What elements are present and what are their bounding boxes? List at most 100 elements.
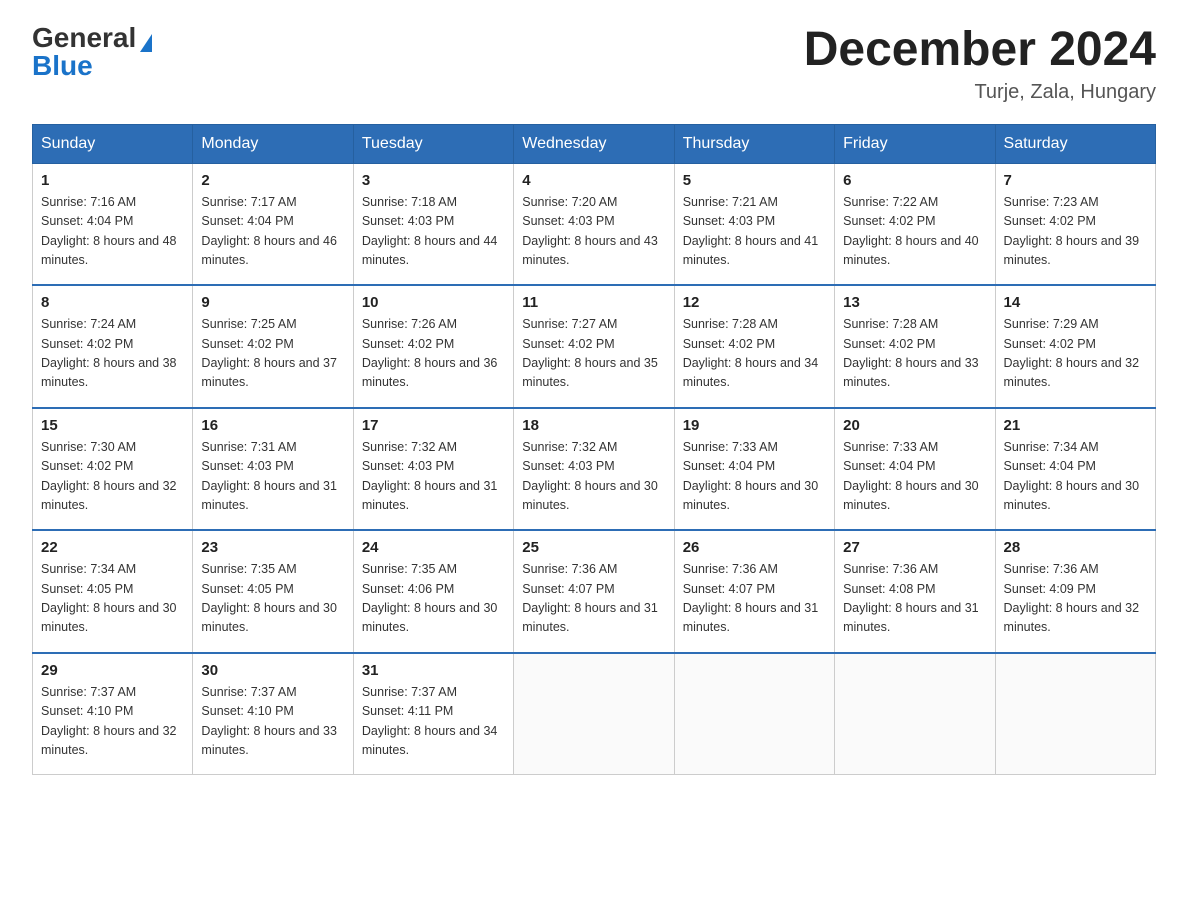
daylight-label: Daylight: 8 hours and 32 minutes. <box>41 479 177 512</box>
sunset-label: Sunset: 4:08 PM <box>843 582 935 596</box>
sunset-label: Sunset: 4:02 PM <box>683 337 775 351</box>
day-number: 23 <box>201 539 344 556</box>
page-header: General Blue December 2024 Turje, Zala, … <box>32 24 1156 104</box>
day-number: 14 <box>1004 294 1147 311</box>
day-info: Sunrise: 7:20 AM Sunset: 4:03 PM Dayligh… <box>522 193 665 271</box>
day-info: Sunrise: 7:35 AM Sunset: 4:06 PM Dayligh… <box>362 560 505 638</box>
daylight-label: Daylight: 8 hours and 31 minutes. <box>843 601 979 634</box>
day-number: 13 <box>843 294 986 311</box>
sunset-label: Sunset: 4:03 PM <box>362 459 454 473</box>
sunrise-label: Sunrise: 7:16 AM <box>41 195 136 209</box>
daylight-label: Daylight: 8 hours and 43 minutes. <box>522 234 658 267</box>
day-number: 9 <box>201 294 344 311</box>
day-number: 22 <box>41 539 184 556</box>
day-number: 24 <box>362 539 505 556</box>
sunrise-label: Sunrise: 7:34 AM <box>41 562 136 576</box>
day-number: 10 <box>362 294 505 311</box>
calendar-table: Sunday Monday Tuesday Wednesday Thursday… <box>32 124 1156 776</box>
day-info: Sunrise: 7:34 AM Sunset: 4:05 PM Dayligh… <box>41 560 184 638</box>
col-thursday: Thursday <box>674 124 834 163</box>
sunset-label: Sunset: 4:02 PM <box>362 337 454 351</box>
day-info: Sunrise: 7:22 AM Sunset: 4:02 PM Dayligh… <box>843 193 986 271</box>
day-info: Sunrise: 7:36 AM Sunset: 4:08 PM Dayligh… <box>843 560 986 638</box>
sunrise-label: Sunrise: 7:26 AM <box>362 317 457 331</box>
day-number: 31 <box>362 662 505 679</box>
day-number: 18 <box>522 417 665 434</box>
day-info: Sunrise: 7:36 AM Sunset: 4:07 PM Dayligh… <box>522 560 665 638</box>
day-info: Sunrise: 7:28 AM Sunset: 4:02 PM Dayligh… <box>843 315 986 393</box>
calendar-week-row: 8 Sunrise: 7:24 AM Sunset: 4:02 PM Dayli… <box>33 285 1156 408</box>
day-info: Sunrise: 7:32 AM Sunset: 4:03 PM Dayligh… <box>362 438 505 516</box>
sunrise-label: Sunrise: 7:30 AM <box>41 440 136 454</box>
logo-general: General <box>32 22 136 53</box>
table-row: 3 Sunrise: 7:18 AM Sunset: 4:03 PM Dayli… <box>353 163 513 285</box>
sunrise-label: Sunrise: 7:36 AM <box>522 562 617 576</box>
day-info: Sunrise: 7:28 AM Sunset: 4:02 PM Dayligh… <box>683 315 826 393</box>
daylight-label: Daylight: 8 hours and 34 minutes. <box>683 356 819 389</box>
day-number: 8 <box>41 294 184 311</box>
location: Turje, Zala, Hungary <box>804 81 1156 104</box>
table-row: 13 Sunrise: 7:28 AM Sunset: 4:02 PM Dayl… <box>835 285 995 408</box>
day-number: 11 <box>522 294 665 311</box>
table-row: 6 Sunrise: 7:22 AM Sunset: 4:02 PM Dayli… <box>835 163 995 285</box>
sunset-label: Sunset: 4:03 PM <box>201 459 293 473</box>
day-info: Sunrise: 7:16 AM Sunset: 4:04 PM Dayligh… <box>41 193 184 271</box>
day-number: 1 <box>41 172 184 189</box>
table-row <box>995 653 1155 775</box>
col-monday: Monday <box>193 124 353 163</box>
day-number: 29 <box>41 662 184 679</box>
day-info: Sunrise: 7:30 AM Sunset: 4:02 PM Dayligh… <box>41 438 184 516</box>
sunrise-label: Sunrise: 7:27 AM <box>522 317 617 331</box>
table-row: 29 Sunrise: 7:37 AM Sunset: 4:10 PM Dayl… <box>33 653 193 775</box>
table-row: 31 Sunrise: 7:37 AM Sunset: 4:11 PM Dayl… <box>353 653 513 775</box>
sunset-label: Sunset: 4:11 PM <box>362 704 454 718</box>
daylight-label: Daylight: 8 hours and 31 minutes. <box>522 601 658 634</box>
day-info: Sunrise: 7:17 AM Sunset: 4:04 PM Dayligh… <box>201 193 344 271</box>
sunrise-label: Sunrise: 7:25 AM <box>201 317 296 331</box>
day-number: 2 <box>201 172 344 189</box>
day-info: Sunrise: 7:31 AM Sunset: 4:03 PM Dayligh… <box>201 438 344 516</box>
table-row: 9 Sunrise: 7:25 AM Sunset: 4:02 PM Dayli… <box>193 285 353 408</box>
sunrise-label: Sunrise: 7:37 AM <box>41 685 136 699</box>
table-row: 23 Sunrise: 7:35 AM Sunset: 4:05 PM Dayl… <box>193 530 353 653</box>
table-row: 27 Sunrise: 7:36 AM Sunset: 4:08 PM Dayl… <box>835 530 995 653</box>
day-info: Sunrise: 7:35 AM Sunset: 4:05 PM Dayligh… <box>201 560 344 638</box>
day-number: 15 <box>41 417 184 434</box>
sunset-label: Sunset: 4:06 PM <box>362 582 454 596</box>
sunrise-label: Sunrise: 7:36 AM <box>683 562 778 576</box>
sunrise-label: Sunrise: 7:29 AM <box>1004 317 1099 331</box>
sunset-label: Sunset: 4:04 PM <box>201 214 293 228</box>
day-info: Sunrise: 7:34 AM Sunset: 4:04 PM Dayligh… <box>1004 438 1147 516</box>
sunset-label: Sunset: 4:02 PM <box>1004 337 1096 351</box>
day-info: Sunrise: 7:33 AM Sunset: 4:04 PM Dayligh… <box>843 438 986 516</box>
day-info: Sunrise: 7:32 AM Sunset: 4:03 PM Dayligh… <box>522 438 665 516</box>
table-row: 7 Sunrise: 7:23 AM Sunset: 4:02 PM Dayli… <box>995 163 1155 285</box>
sunset-label: Sunset: 4:09 PM <box>1004 582 1096 596</box>
sunset-label: Sunset: 4:07 PM <box>683 582 775 596</box>
table-row: 20 Sunrise: 7:33 AM Sunset: 4:04 PM Dayl… <box>835 408 995 531</box>
sunrise-label: Sunrise: 7:21 AM <box>683 195 778 209</box>
table-row: 28 Sunrise: 7:36 AM Sunset: 4:09 PM Dayl… <box>995 530 1155 653</box>
sunrise-label: Sunrise: 7:31 AM <box>201 440 296 454</box>
logo-triangle-icon <box>140 34 152 52</box>
day-number: 5 <box>683 172 826 189</box>
sunset-label: Sunset: 4:04 PM <box>843 459 935 473</box>
daylight-label: Daylight: 8 hours and 30 minutes. <box>41 601 177 634</box>
sunrise-label: Sunrise: 7:36 AM <box>1004 562 1099 576</box>
sunrise-label: Sunrise: 7:35 AM <box>362 562 457 576</box>
sunrise-label: Sunrise: 7:37 AM <box>362 685 457 699</box>
table-row: 19 Sunrise: 7:33 AM Sunset: 4:04 PM Dayl… <box>674 408 834 531</box>
daylight-label: Daylight: 8 hours and 40 minutes. <box>843 234 979 267</box>
daylight-label: Daylight: 8 hours and 30 minutes. <box>843 479 979 512</box>
day-number: 16 <box>201 417 344 434</box>
table-row: 10 Sunrise: 7:26 AM Sunset: 4:02 PM Dayl… <box>353 285 513 408</box>
table-row: 5 Sunrise: 7:21 AM Sunset: 4:03 PM Dayli… <box>674 163 834 285</box>
day-number: 17 <box>362 417 505 434</box>
day-number: 21 <box>1004 417 1147 434</box>
day-number: 4 <box>522 172 665 189</box>
col-wednesday: Wednesday <box>514 124 674 163</box>
sunset-label: Sunset: 4:10 PM <box>201 704 293 718</box>
day-number: 3 <box>362 172 505 189</box>
day-info: Sunrise: 7:33 AM Sunset: 4:04 PM Dayligh… <box>683 438 826 516</box>
col-saturday: Saturday <box>995 124 1155 163</box>
